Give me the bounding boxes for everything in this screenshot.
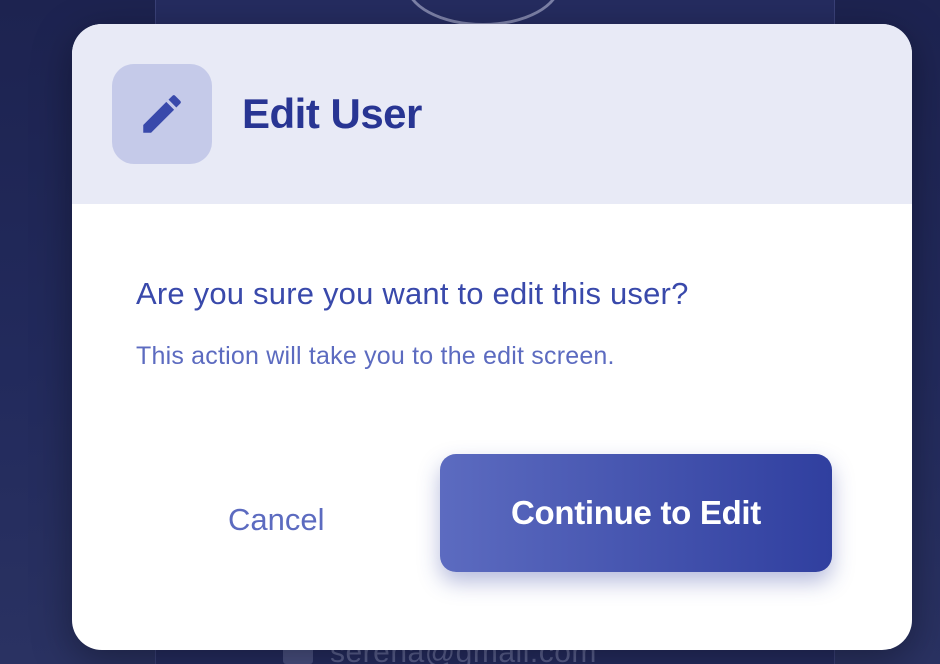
dialog-header: Edit User — [72, 24, 912, 204]
continue-to-edit-button[interactable]: Continue to Edit — [440, 454, 832, 572]
edit-user-dialog: Edit User Are you sure you want to edit … — [72, 24, 912, 650]
dialog-body: Are you sure you want to edit this user?… — [72, 204, 912, 371]
pencil-icon-svg — [143, 95, 181, 133]
pencil-icon — [112, 64, 212, 164]
dialog-title: Edit User — [242, 90, 422, 137]
dialog-question: Are you sure you want to edit this user? — [136, 276, 689, 311]
cancel-button[interactable]: Cancel — [208, 494, 345, 546]
dialog-actions: Cancel Continue to Edit — [72, 454, 912, 572]
dialog-subtext: This action will take you to the edit sc… — [136, 342, 615, 370]
